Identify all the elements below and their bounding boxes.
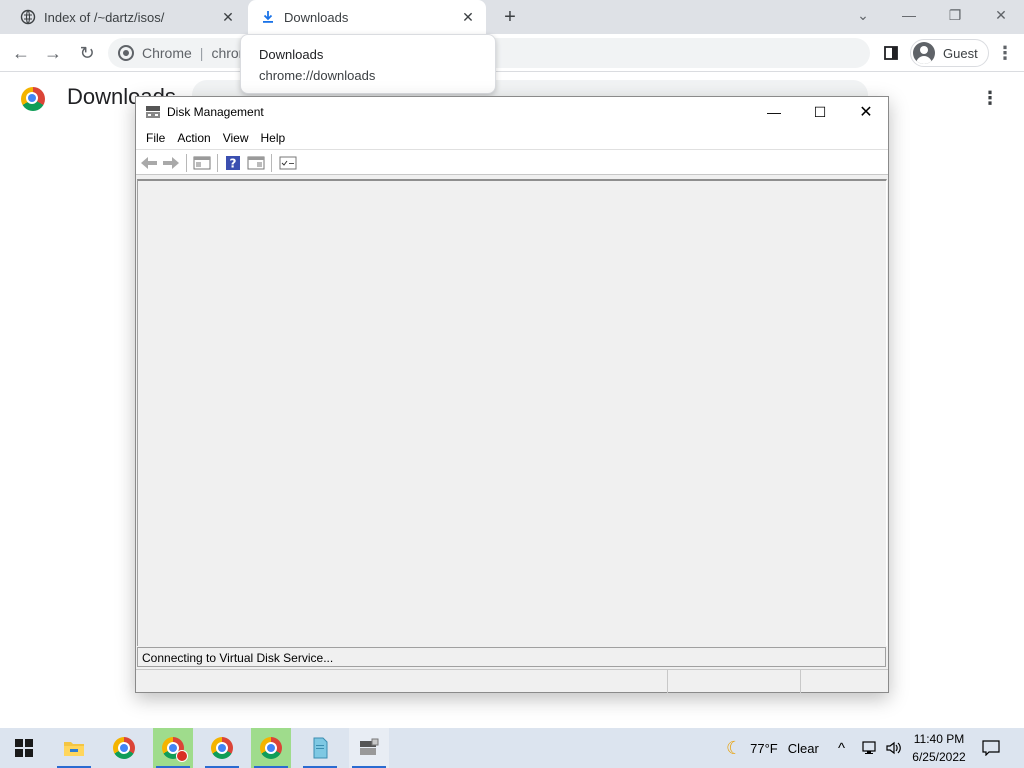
restore-button[interactable]: ❐ [932, 0, 978, 30]
omnibox-divider: | [199, 45, 204, 61]
disk-management-taskbar-button[interactable] [349, 728, 389, 768]
hover-card-url: chrome://downloads [259, 68, 376, 83]
disk-management-icon [145, 105, 161, 119]
chrome-taskbar-button[interactable] [202, 728, 242, 768]
close-button[interactable]: ✕ [843, 97, 889, 127]
show-hide-action-pane-icon[interactable] [247, 155, 265, 171]
disk-content-pane [137, 179, 887, 646]
new-tab-button[interactable]: + [498, 5, 522, 29]
omnibox-site-label: Chrome [142, 45, 192, 61]
window-titlebar[interactable]: Disk Management — ☐ ✕ [136, 97, 888, 127]
menu-view[interactable]: View [217, 131, 255, 145]
tab-title: Index of /~dartz/isos/ [44, 9, 165, 25]
clock-time: 11:40 PM [913, 732, 965, 746]
browser-toolbar: ← → ↻ Chrome | chrom Guest ⋮ [0, 34, 1024, 72]
document-app-icon [313, 737, 328, 759]
chrome-icon [113, 737, 135, 759]
properties-icon[interactable] [279, 155, 297, 171]
browser-tab-strip: Index of /~dartz/isos/ ✕ Downloads ✕ + ⌄… [0, 0, 1024, 34]
weather-widget[interactable]: ☾ 77°F Clear [726, 728, 819, 768]
download-icon [260, 9, 276, 25]
show-hidden-icons-chevron-icon[interactable]: ^ [838, 728, 845, 768]
tab-title: Downloads [284, 9, 349, 25]
profile-label: Guest [943, 45, 978, 61]
status-pane [667, 670, 800, 693]
menu-file[interactable]: File [140, 131, 171, 145]
minimize-button[interactable]: — [751, 97, 797, 127]
status-message: Connecting to Virtual Disk Service... [137, 647, 886, 667]
chrome-logo-icon [118, 45, 134, 61]
profile-button[interactable]: Guest [910, 39, 989, 67]
tab-index-of-isos[interactable]: Index of /~dartz/isos/ ✕ [8, 0, 246, 34]
chrome-menu-icon[interactable]: ⋮ [990, 38, 1020, 68]
chrome-taskbar-button[interactable] [104, 728, 144, 768]
maximize-button[interactable]: ☐ [797, 97, 843, 127]
tab-search-chevron-icon[interactable]: ⌄ [840, 0, 886, 30]
app-taskbar-button[interactable] [300, 728, 340, 768]
chrome-taskbar-button[interactable] [251, 728, 291, 768]
forward-arrow-icon[interactable] [162, 155, 180, 171]
start-button[interactable] [4, 728, 44, 768]
forward-arrow-icon[interactable]: → [38, 38, 68, 68]
chrome-logo-icon [21, 87, 45, 111]
network-icon[interactable] [862, 728, 880, 768]
menu-help[interactable]: Help [255, 131, 292, 145]
file-explorer-taskbar-button[interactable] [54, 728, 94, 768]
close-tab-icon[interactable]: ✕ [456, 5, 480, 29]
chrome-profile-taskbar-button[interactable] [153, 728, 193, 768]
status-pane [800, 670, 888, 693]
hover-card-title: Downloads [259, 47, 324, 62]
toolbar-divider [217, 154, 218, 172]
toolbar-divider [271, 154, 272, 172]
close-window-button[interactable]: ✕ [978, 0, 1024, 30]
notification-icon[interactable] [982, 728, 1000, 768]
windows-taskbar: ☾ 77°F Clear ^ 11:40 PM 6/25/2022 [0, 728, 1024, 768]
status-bar [136, 669, 888, 693]
volume-icon[interactable] [885, 728, 903, 768]
disk-management-icon [360, 738, 379, 755]
side-panel-icon[interactable] [876, 38, 906, 68]
back-arrow-icon[interactable]: ← [6, 38, 36, 68]
tab-hover-card: Downloads chrome://downloads [240, 34, 496, 94]
disk-management-window: Disk Management — ☐ ✕ File Action View H… [135, 96, 889, 693]
show-hide-console-tree-icon[interactable] [193, 155, 211, 171]
close-tab-icon[interactable]: ✕ [216, 5, 240, 29]
weather-temperature: 77°F [750, 740, 778, 756]
svg-text:?: ? [230, 157, 237, 171]
profile-badge-icon [176, 750, 188, 762]
toolbar-divider [186, 154, 187, 172]
window-title: Disk Management [167, 105, 264, 119]
tab-downloads[interactable]: Downloads ✕ [248, 0, 486, 34]
mmc-toolbar: ? [136, 149, 888, 175]
menu-bar: File Action View Help [136, 127, 888, 149]
minimize-button[interactable]: — [886, 0, 932, 30]
weather-condition: Clear [787, 740, 819, 756]
chrome-icon [260, 737, 282, 759]
more-actions-icon[interactable]: ⋮ [980, 86, 1000, 110]
help-icon[interactable]: ? [224, 155, 242, 171]
reload-icon[interactable]: ↻ [72, 38, 102, 68]
windows-logo-icon [15, 739, 33, 757]
avatar-icon [913, 42, 935, 64]
menu-action[interactable]: Action [171, 131, 216, 145]
folder-icon [64, 742, 84, 756]
moon-icon: ☾ [726, 737, 743, 758]
back-arrow-icon[interactable] [140, 155, 158, 171]
chrome-icon [211, 737, 233, 759]
clock-date: 6/25/2022 [912, 750, 966, 764]
taskbar-clock[interactable]: 11:40 PM 6/25/2022 [906, 730, 972, 766]
globe-icon [20, 9, 36, 25]
